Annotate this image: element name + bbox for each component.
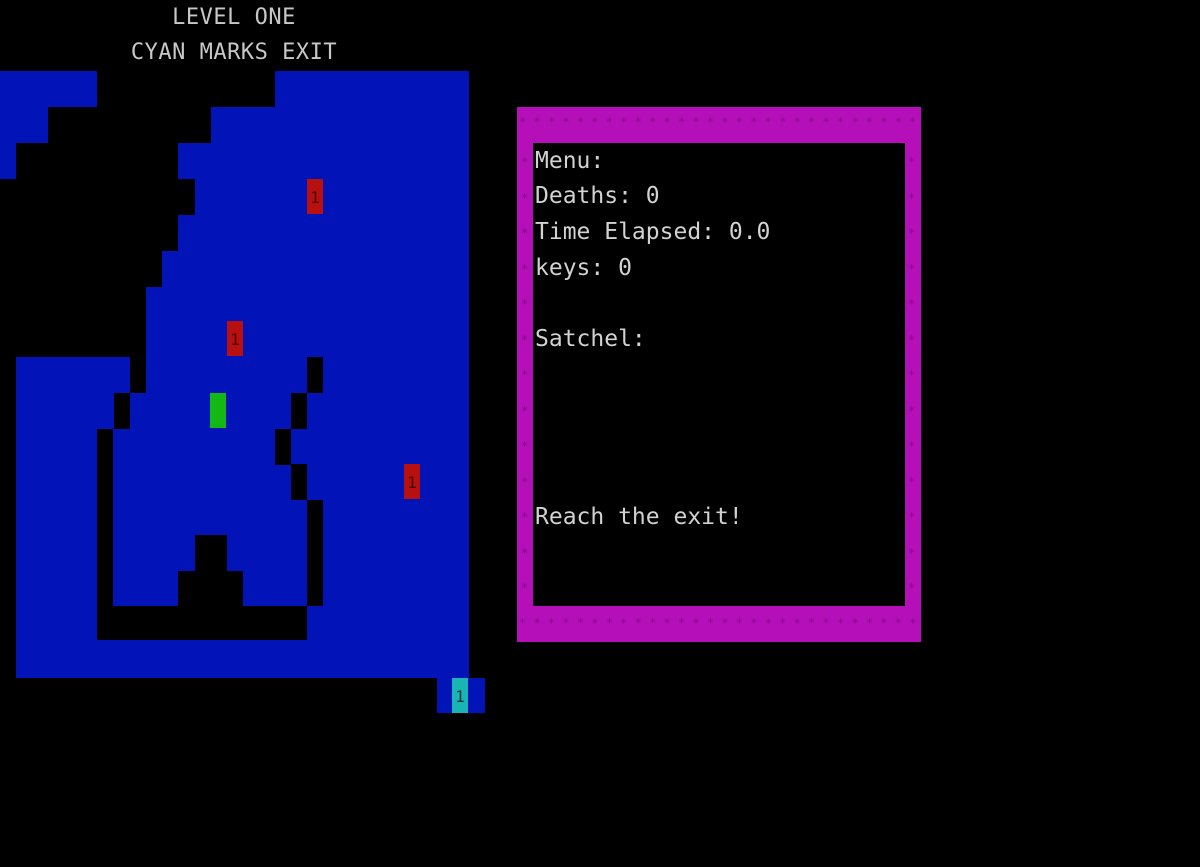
svg-text:1: 1 — [407, 473, 417, 492]
keys-counter: keys: 0 — [535, 255, 632, 281]
exit-tile: 1 — [437, 678, 485, 713]
enemy-1: 1 — [307, 179, 323, 214]
satchel-label: Satchel: — [535, 326, 646, 352]
panel-border-top: * * * * * * * * * * * * * * * * * * * * … — [519, 115, 919, 129]
time-elapsed: Time Elapsed: 0.0 — [535, 219, 771, 245]
menu-label: Menu: — [535, 148, 605, 174]
panel-border-bottom: * * * * * * * * * * * * * * * * * * * * … — [519, 616, 919, 630]
player-marker — [210, 393, 226, 428]
enemy-2: 1 — [227, 321, 243, 356]
enemy-3: 1 — [404, 464, 420, 499]
panel-border-left: * * * * * * * * * * * * * — [521, 155, 529, 595]
game-screen: LEVEL ONE CYAN MARKS EXIT 1 1 1 1 * * * … — [0, 0, 1200, 867]
panel-border-right: * * * * * * * * * * * * * — [908, 155, 916, 595]
svg-text:1: 1 — [310, 188, 320, 207]
svg-text:1: 1 — [455, 687, 465, 706]
game-map: 1 1 1 1 — [0, 71, 485, 713]
deaths-counter: Deaths: 0 — [535, 183, 660, 209]
panel-inner — [533, 143, 905, 606]
objective-text: Reach the exit! — [535, 504, 743, 530]
svg-text:1: 1 — [230, 330, 240, 349]
